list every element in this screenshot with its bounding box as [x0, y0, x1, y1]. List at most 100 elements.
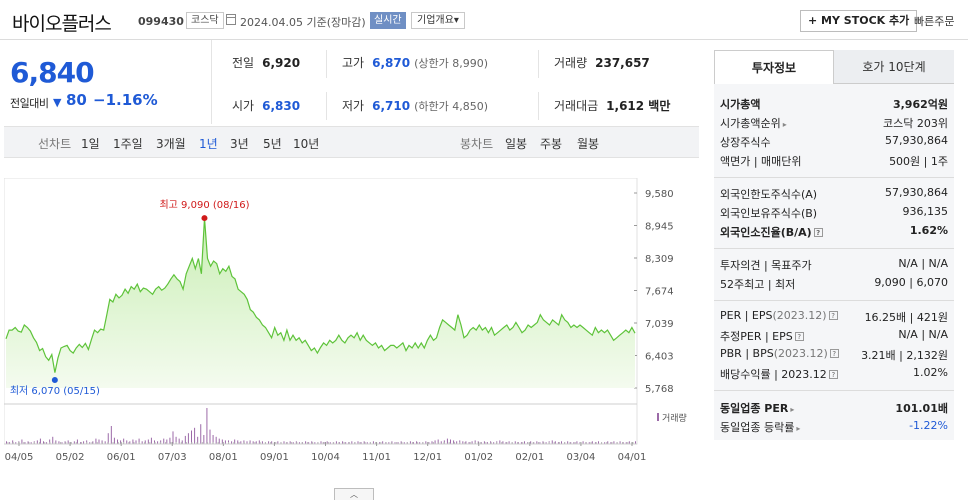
help-icon[interactable]: ?	[813, 228, 823, 237]
upper-limit: (상한가 8,990)	[414, 57, 488, 70]
row-label: 시가총액	[720, 98, 761, 111]
volume-legend: 거래량	[662, 412, 687, 424]
tab-weekly[interactable]: 주봉	[540, 135, 562, 152]
foreign-hold-row: 외국인보유주식수(B) 936,135	[720, 205, 948, 222]
tab-1y[interactable]: 1년	[199, 135, 218, 152]
market-status: 기준(장마감)	[306, 16, 366, 29]
volume-bar	[194, 427, 196, 444]
chevron-right-icon: ▸	[790, 405, 795, 414]
y-tick-label: 9,580	[645, 189, 674, 200]
stock-code: 099430	[138, 15, 184, 28]
row-value: N/A | N/A	[898, 257, 948, 270]
sector-rate-row: 동일업종 등락률 ▸ -1.22%	[720, 419, 948, 436]
row-label: 투자의견 | 목표주가	[720, 259, 812, 272]
volume-bar	[21, 439, 23, 444]
tab-3y[interactable]: 3년	[230, 135, 249, 152]
lower-limit: (하한가 4,850)	[414, 100, 488, 113]
row-value: N/A | N/A	[898, 328, 948, 341]
help-icon[interactable]: ?	[829, 349, 839, 358]
divider	[714, 248, 954, 249]
y-tick-label: 7,674	[645, 287, 674, 298]
tab-invest-info[interactable]: 투자정보	[714, 50, 834, 84]
volume-bar	[76, 439, 78, 444]
chart-expand-handle[interactable]: ︿	[334, 488, 374, 500]
max-label: 최고 9,090 (08/16)	[159, 199, 249, 211]
row-value: 1.02%	[913, 366, 948, 379]
chart-period-tabs: 선차트 1일 1주일 3개월 1년 3년 5년 10년 봉차트 일봉 주봉 월봉	[4, 126, 699, 158]
row-value: 500원 | 1주	[889, 155, 948, 168]
add-my-stock-button[interactable]: + MY STOCK 추가	[800, 10, 918, 32]
tab-1d[interactable]: 1일	[81, 135, 100, 152]
volume-bar	[221, 439, 223, 444]
volume-bar	[200, 424, 202, 444]
x-tick-label: 10/04	[311, 452, 340, 463]
stat-label: 고가	[342, 56, 365, 70]
divider	[538, 50, 539, 78]
tab-5y[interactable]: 5년	[263, 135, 282, 152]
tab-daily[interactable]: 일봉	[505, 135, 527, 152]
volume-bar	[215, 436, 217, 444]
opinion-row: 투자의견 | 목표주가 N/A | N/A	[720, 257, 948, 274]
stat-value: 6,870	[372, 56, 411, 70]
market-badge: 코스닥	[186, 12, 224, 29]
line-chart-label: 선차트	[38, 137, 72, 151]
min-point	[51, 377, 58, 383]
stock-name[interactable]: 바이오플러스	[12, 9, 112, 36]
y-tick-label: 7,039	[645, 319, 674, 330]
row-value: 9,090 | 6,070	[874, 276, 948, 289]
cap-rank-row: 시가총액순위 ▸ 코스닥 203위	[720, 115, 948, 132]
company-info-button[interactable]: 기업개요▾	[411, 12, 465, 29]
tab-3m[interactable]: 3개월	[156, 135, 186, 152]
pbr-row: PBR | BPS(2023.12)? 3.21배 | 2,132원	[720, 347, 948, 364]
row-label[interactable]: 동일업종 PER ▸	[720, 400, 794, 416]
volume-bar	[169, 437, 171, 444]
chevron-down-icon: ▾	[453, 15, 459, 26]
stat-label: 거래대금	[554, 99, 599, 113]
volume-bar	[98, 439, 100, 444]
quick-order-button[interactable]: 빠른주문	[914, 13, 954, 29]
row-value: 1.62%	[909, 224, 948, 237]
volume-bar	[95, 438, 97, 444]
row-value: 3,962억원	[892, 98, 948, 111]
x-tick-label: 06/01	[107, 452, 136, 463]
stat-label: 거래량	[554, 56, 588, 70]
row-label-text: 배당수익률	[720, 368, 771, 381]
divider	[538, 92, 539, 120]
x-tick-label: 02/01	[515, 452, 544, 463]
stat-volume: 거래량 237,657	[554, 54, 650, 71]
stat-amount: 거래대금 1,612 백만	[554, 97, 670, 114]
volume-legend-swatch	[657, 413, 659, 421]
row-label[interactable]: 시가총액순위 ▸	[720, 115, 787, 131]
realtime-button[interactable]: 실시간	[370, 12, 406, 29]
row-value: -1.22%	[909, 419, 948, 432]
row-label: PBR | BPS(2023.12)?	[720, 347, 839, 360]
tab-monthly[interactable]: 월봉	[577, 135, 599, 152]
volume-bar	[163, 438, 165, 444]
help-icon[interactable]: ?	[794, 332, 804, 341]
divider	[714, 177, 954, 178]
chevron-right-icon: ▸	[796, 424, 801, 433]
stat-low: 저가 6,710 (하한가 4,850)	[342, 97, 488, 114]
volume-bar	[135, 440, 137, 444]
help-icon[interactable]: ?	[828, 370, 838, 379]
x-tick-label: 03/04	[567, 452, 596, 463]
tab-10y[interactable]: 10년	[293, 135, 319, 152]
divider	[326, 92, 327, 120]
stat-value: 6,710	[372, 99, 411, 113]
help-icon[interactable]: ?	[828, 311, 838, 320]
volume-bar	[191, 430, 192, 444]
price-chart[interactable]: 9,580 8,945 8,309 7,674 7,039 6,403 5,768 최고 9,…	[4, 178, 697, 478]
volume-bar	[113, 437, 115, 444]
row-label[interactable]: 동일업종 등락률 ▸	[720, 419, 800, 435]
tab-1w[interactable]: 1주일	[113, 135, 143, 152]
volume-bar	[178, 438, 180, 444]
volume-bar	[434, 440, 436, 444]
stock-header: 바이오플러스 099430 코스닥 2024.04.05 기준(장마감) 실시간…	[0, 0, 968, 40]
volume-bar	[224, 440, 226, 444]
row-label: 상장주식수	[720, 136, 771, 149]
tab-orderbook[interactable]: 호가 10단계	[834, 50, 954, 84]
volume-bar	[110, 426, 112, 444]
volume-bar	[499, 440, 501, 444]
row-value: 936,135	[902, 205, 949, 218]
candle-chart-label: 봉차트	[460, 137, 494, 151]
